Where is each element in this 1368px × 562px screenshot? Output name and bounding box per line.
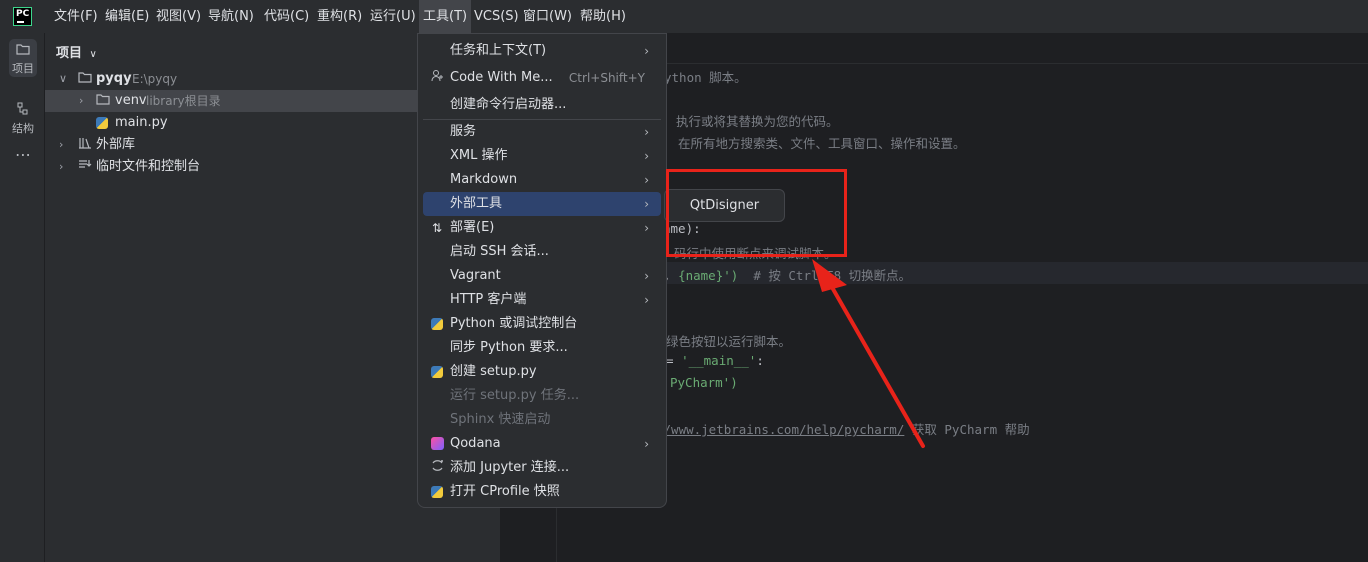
annotation-arrow <box>812 259 925 448</box>
